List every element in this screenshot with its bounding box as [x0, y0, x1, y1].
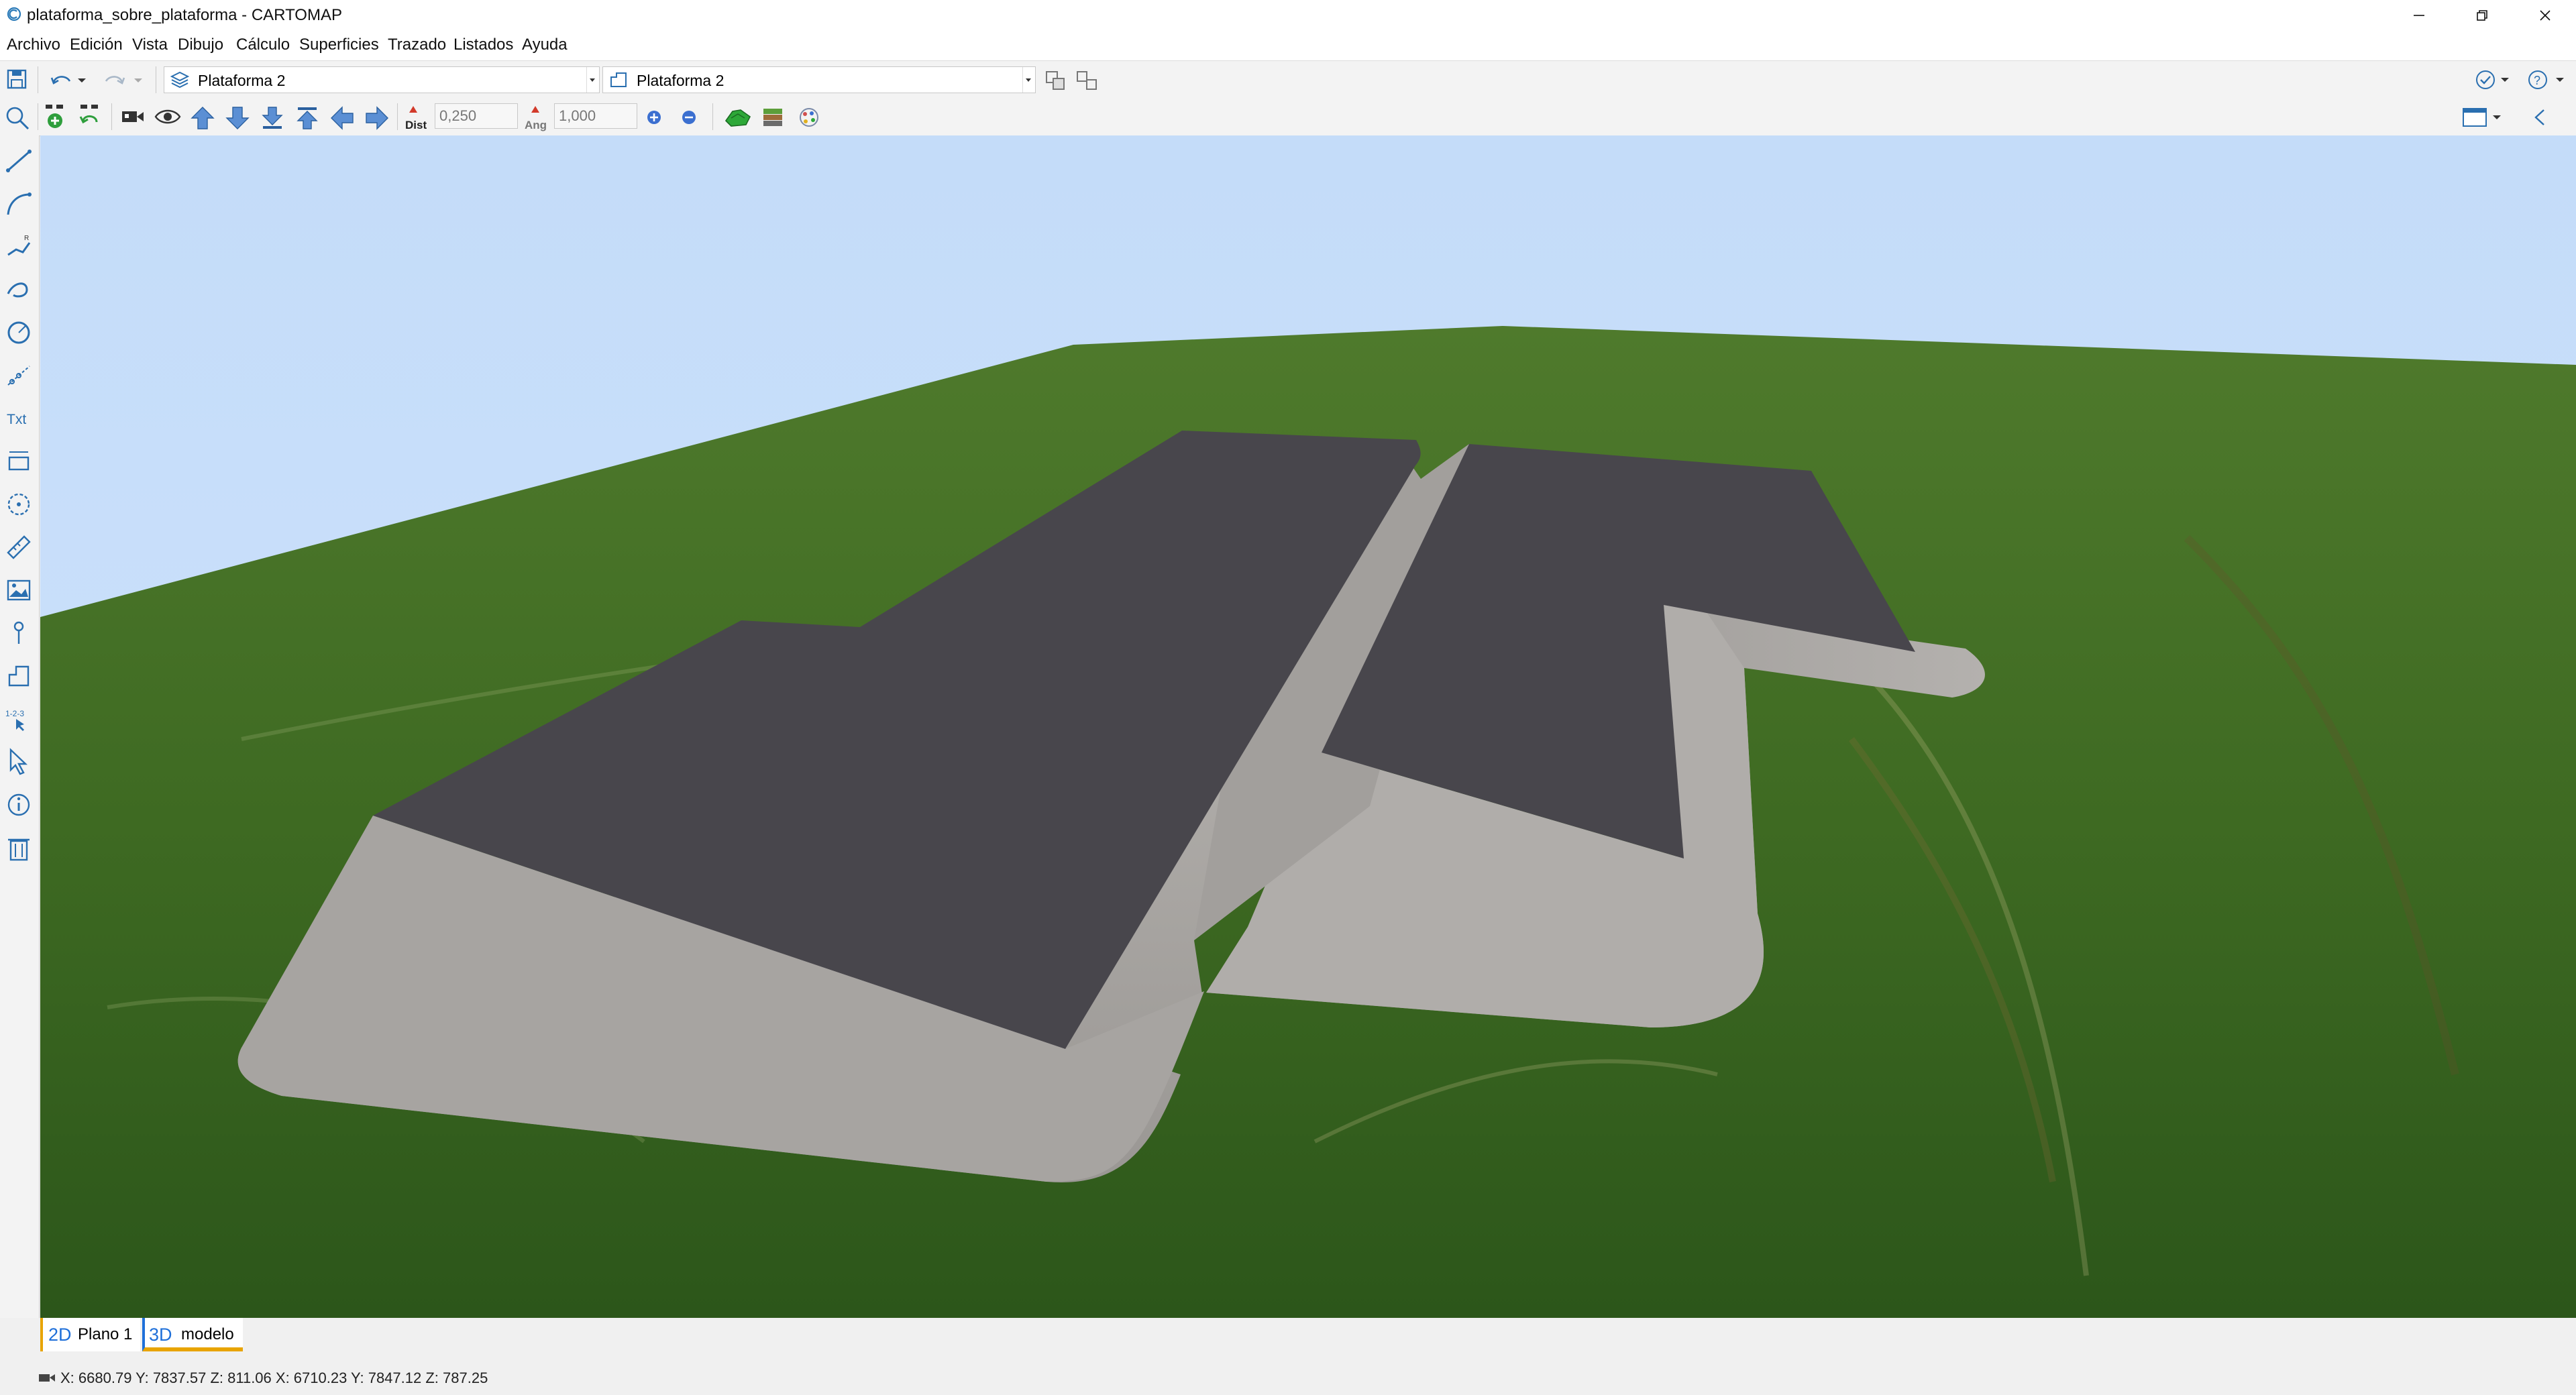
menu-edicion[interactable]: Edición: [70, 35, 123, 55]
move-left-icon[interactable]: [329, 105, 356, 131]
status-bar: X: 6680.79 Y: 7837.57 Z: 811.06 X: 6710.…: [0, 1351, 2576, 1395]
raise-icon[interactable]: [294, 105, 321, 131]
chevron-down-icon: [586, 67, 598, 93]
svg-text:?: ?: [2534, 74, 2540, 87]
ang-label: Ang: [525, 119, 547, 131]
marker-tool-icon[interactable]: [4, 618, 34, 648]
points-tool-icon[interactable]: [4, 361, 34, 390]
line-tool-icon[interactable]: [4, 146, 34, 176]
minimize-icon: [2414, 15, 2424, 16]
window-title: plataforma_sobre_plataforma - CARTOMAP: [27, 6, 342, 24]
drawing-toolbar: R Txt 1-2-3: [0, 135, 40, 1318]
eye-icon[interactable]: [153, 106, 182, 127]
collapse-panel-icon[interactable]: [2526, 105, 2556, 130]
arc-tool-icon[interactable]: [4, 189, 34, 219]
increase-icon[interactable]: [644, 107, 664, 127]
cartomap-logo-icon: [7, 7, 21, 21]
main-toolbar: Plataforma 2 Plataforma 2 ?: [0, 60, 2576, 99]
polyline-tool-icon[interactable]: R: [4, 232, 34, 262]
tab-modelo[interactable]: 3D modelo: [142, 1318, 243, 1351]
menu-trazado[interactable]: Trazado: [388, 35, 446, 55]
restore-icon: [2477, 10, 2487, 21]
layers-icon: [170, 71, 190, 89]
move-down-icon[interactable]: [224, 105, 251, 131]
camera-icon: [39, 1374, 55, 1382]
dist-label: Dist: [405, 119, 427, 131]
minimize-button[interactable]: [2388, 0, 2450, 31]
measure-tool-icon[interactable]: [4, 533, 34, 562]
menu-dibujo[interactable]: Dibujo: [178, 35, 223, 55]
terrain-icon[interactable]: [723, 105, 753, 130]
tab-plano-1[interactable]: 2D Plano 1: [40, 1318, 140, 1351]
chevron-down-icon: [1022, 67, 1034, 93]
angle-input[interactable]: 1,000: [554, 103, 637, 129]
view-toolbar: Dist 0,250 Ang 1,000: [0, 98, 2576, 136]
curve-tool-icon[interactable]: [4, 275, 34, 304]
platform-copy-icon[interactable]: [1044, 69, 1068, 92]
layers-color-icon[interactable]: [759, 105, 786, 130]
tab-plano-1-label: Plano 1: [78, 1325, 133, 1343]
terrain-scene: [40, 135, 2576, 1318]
layer-select[interactable]: Plataforma 2: [164, 66, 600, 93]
move-right-icon[interactable]: [364, 105, 390, 131]
dimension-tool-icon[interactable]: [4, 447, 34, 476]
menu-superficies[interactable]: Superficies: [299, 35, 379, 55]
platform-icon: [610, 72, 627, 87]
3d-viewport[interactable]: [40, 135, 2576, 1318]
undo-icon[interactable]: [48, 69, 89, 91]
delete-tool-icon[interactable]: [4, 833, 34, 862]
toolbar-separator: [111, 103, 112, 130]
tab-2d-prefix: 2D: [48, 1325, 72, 1345]
image-tool-icon[interactable]: [4, 575, 34, 605]
move-up-icon[interactable]: [189, 105, 216, 131]
platform-split-icon[interactable]: [1075, 69, 1099, 92]
select-tool-icon[interactable]: [4, 747, 34, 777]
menu-calculo[interactable]: Cálculo: [236, 35, 290, 55]
save-icon[interactable]: [5, 68, 28, 91]
redo-icon[interactable]: [102, 69, 146, 91]
title-bar: plataforma_sobre_plataforma - CARTOMAP: [0, 0, 2576, 31]
menu-archivo[interactable]: Archivo: [7, 35, 60, 55]
area-tool-icon[interactable]: [4, 661, 34, 691]
record-camera-icon[interactable]: [119, 106, 146, 127]
check-status-icon[interactable]: [2474, 68, 2513, 92]
toolbar-separator: [397, 103, 398, 130]
tab-modelo-label: modelo: [181, 1325, 234, 1343]
close-button[interactable]: [2514, 0, 2576, 31]
zoom-icon[interactable]: [4, 105, 31, 131]
restore-button[interactable]: [2451, 0, 2513, 31]
view-tabs: 2D Plano 1 3D modelo: [40, 1318, 2576, 1351]
decrease-icon[interactable]: [679, 107, 699, 127]
platform-select[interactable]: Plataforma 2: [602, 66, 1036, 93]
info-tool-icon[interactable]: [4, 790, 34, 820]
circle-tool-icon[interactable]: [4, 318, 34, 347]
menu-bar: Archivo Edición Vista Dibujo Cálculo Sup…: [0, 31, 2576, 60]
cursor-coordinates: X: 6680.79 Y: 7837.57 Z: 811.06 X: 6710.…: [60, 1370, 488, 1386]
tab-3d-prefix: 3D: [149, 1325, 172, 1345]
lower-icon[interactable]: [259, 105, 286, 131]
numbering-tool-icon[interactable]: 1-2-3: [4, 704, 34, 734]
add-camera-icon[interactable]: [43, 103, 67, 130]
close-icon: [2540, 10, 2551, 21]
layer-select-value: Plataforma 2: [198, 72, 286, 89]
svg-text:Txt: Txt: [7, 412, 26, 427]
svg-text:R: R: [24, 235, 29, 242]
distance-icon: Dist: [405, 106, 427, 131]
svg-text:1-2-3: 1-2-3: [5, 709, 24, 718]
menu-listados[interactable]: Listados: [453, 35, 513, 55]
menu-ayuda[interactable]: Ayuda: [522, 35, 568, 55]
angle-icon: Ang: [525, 106, 547, 131]
toolbar-separator: [712, 103, 713, 130]
distance-input[interactable]: 0,250: [435, 103, 518, 129]
rotate-tool-icon[interactable]: [4, 490, 34, 519]
text-tool-icon[interactable]: Txt: [4, 404, 34, 433]
reset-camera-icon[interactable]: [78, 103, 102, 130]
render-settings-icon[interactable]: [794, 105, 824, 130]
help-icon[interactable]: ?: [2526, 68, 2568, 92]
platform-select-value: Plataforma 2: [637, 72, 724, 89]
menu-vista[interactable]: Vista: [132, 35, 168, 55]
window-layout-icon[interactable]: [2461, 105, 2506, 130]
